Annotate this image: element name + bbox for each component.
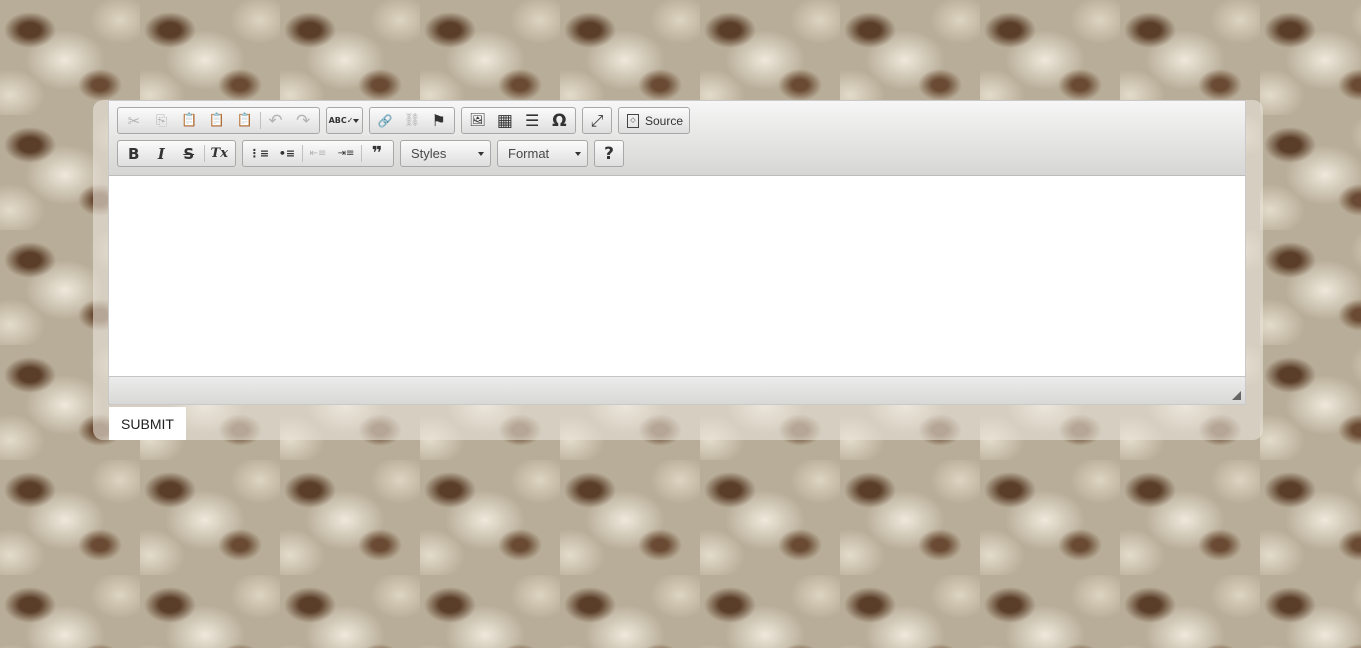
help-icon[interactable]: ? [597, 141, 621, 166]
source-label: Source [645, 113, 684, 128]
toolbar-separator [361, 145, 362, 162]
bulleted-list-icon[interactable]: •≡ [273, 141, 301, 166]
table-icon[interactable]: ▦ [491, 108, 518, 133]
source-button[interactable]: ◇ Source [621, 113, 689, 128]
editor-container: ✂ ⎘ 📋 📋 📋 ↶ ↷ ABC✓ 🔗 ⛓ ⚑ 🖼 ▦ ☰ Ω ⤢ ◇ Sou… [93, 100, 1263, 440]
paste-text-icon[interactable]: 📋 [203, 108, 231, 133]
styles-dropdown[interactable]: Styles [400, 140, 491, 167]
paste-from-word-icon[interactable]: 📋 [231, 108, 259, 133]
redo-icon[interactable]: ↷ [289, 108, 317, 133]
source-group: ◇ Source [618, 107, 690, 134]
italic-icon[interactable]: I [148, 141, 176, 166]
horizontal-line-icon[interactable]: ☰ [519, 108, 546, 133]
unlink-icon[interactable]: ⛓ [399, 108, 426, 133]
editor-toolbar: ✂ ⎘ 📋 📋 📋 ↶ ↷ ABC✓ 🔗 ⛓ ⚑ 🖼 ▦ ☰ Ω ⤢ ◇ Sou… [109, 101, 1245, 176]
cut-icon[interactable]: ✂ [120, 108, 148, 133]
maximize-icon[interactable]: ⤢ [585, 108, 609, 133]
basic-styles-group: B I S Tx [117, 140, 236, 167]
format-dropdown[interactable]: Format [497, 140, 588, 167]
clipboard-group: ✂ ⎘ 📋 📋 📋 ↶ ↷ [117, 107, 320, 134]
outdent-icon[interactable]: ⇤≡ [304, 141, 332, 166]
remove-format-icon[interactable]: Tx [205, 141, 233, 166]
resize-handle-icon[interactable] [1232, 391, 1241, 400]
blockquote-icon[interactable]: ❞ [363, 141, 391, 166]
chevron-down-icon [478, 152, 484, 156]
spellcheck-group: ABC✓ [326, 107, 363, 134]
list-group: ⋮≡ •≡ ⇤≡ ⇥≡ ❞ [242, 140, 394, 167]
rich-text-editor: ✂ ⎘ 📋 📋 📋 ↶ ↷ ABC✓ 🔗 ⛓ ⚑ 🖼 ▦ ☰ Ω ⤢ ◇ Sou… [108, 100, 1246, 405]
special-char-icon[interactable]: Ω [546, 108, 573, 133]
image-icon[interactable]: 🖼 [464, 108, 491, 133]
help-group: ? [594, 140, 624, 167]
undo-icon[interactable]: ↶ [262, 108, 290, 133]
anchor-flag-icon[interactable]: ⚑ [425, 108, 452, 133]
toolbar-separator [302, 145, 303, 162]
toolbar-separator [259, 112, 261, 129]
paste-icon[interactable]: 📋 [175, 108, 203, 133]
toolbar-separator [203, 145, 205, 162]
source-doc-icon: ◇ [627, 113, 639, 128]
indent-icon[interactable]: ⇥≡ [332, 141, 360, 166]
strike-icon[interactable]: S [175, 141, 203, 166]
link-icon[interactable]: 🔗 [372, 108, 399, 133]
bold-icon[interactable]: B [120, 141, 148, 166]
copy-icon[interactable]: ⎘ [148, 108, 176, 133]
insert-group: 🖼 ▦ ☰ Ω [461, 107, 576, 134]
styles-dropdown-label: Styles [411, 146, 447, 161]
editor-bottom-bar [109, 376, 1245, 404]
format-dropdown-label: Format [508, 146, 550, 161]
submit-button[interactable]: SUBMIT [109, 407, 186, 440]
links-group: 🔗 ⛓ ⚑ [369, 107, 455, 134]
editor-content-area[interactable] [109, 176, 1245, 376]
spellcheck-icon[interactable]: ABC✓ [329, 108, 354, 133]
chevron-down-icon [575, 152, 581, 156]
numbered-list-icon[interactable]: ⋮≡ [245, 141, 273, 166]
maximize-group: ⤢ [582, 107, 612, 134]
chevron-down-icon [353, 118, 359, 123]
